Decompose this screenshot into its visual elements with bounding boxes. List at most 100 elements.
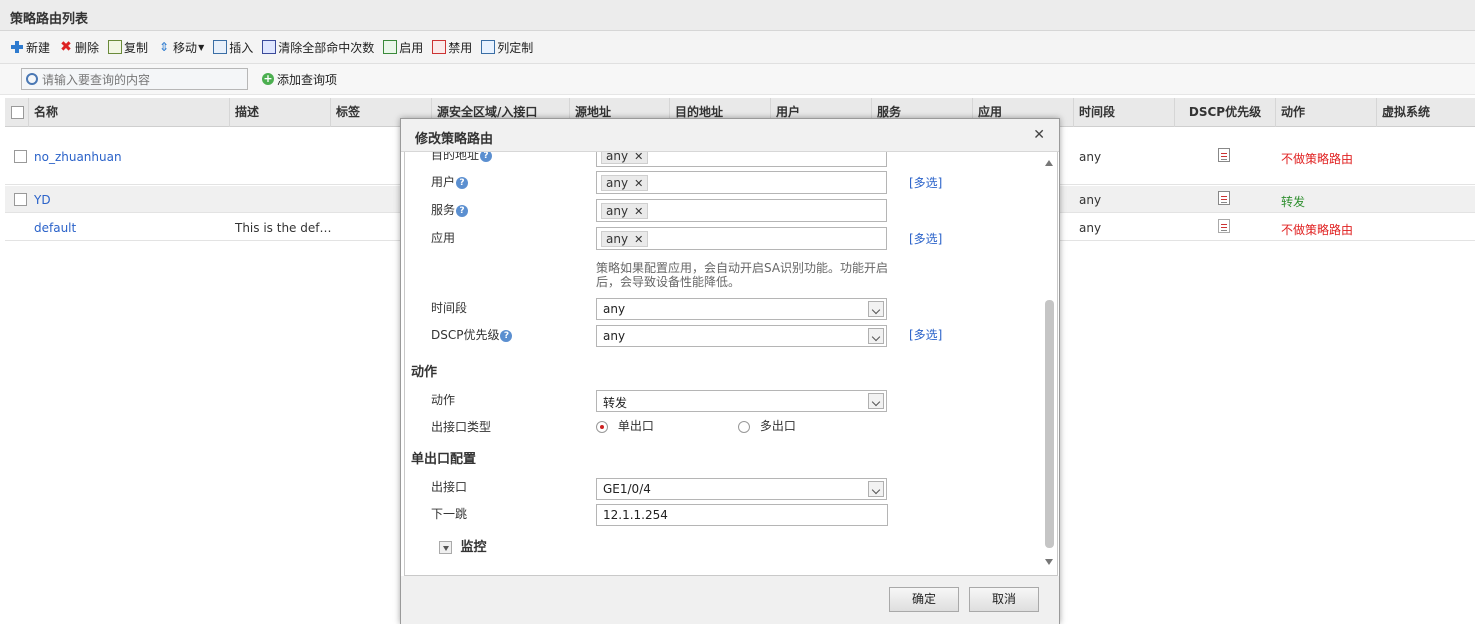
scrollbar-thumb[interactable]	[1045, 300, 1054, 548]
document-icon[interactable]	[1218, 191, 1230, 208]
next-hop-label: 下一跳	[431, 507, 468, 521]
user-field[interactable]: any ✕	[596, 171, 887, 194]
document-icon[interactable]	[1218, 219, 1230, 236]
help-icon[interactable]: ?	[456, 176, 469, 189]
dialog-title: 修改策略路由 ✕	[401, 119, 1059, 152]
row-checkbox[interactable]	[14, 192, 27, 206]
col-vsys[interactable]: 虚拟系统	[1377, 98, 1475, 127]
dialog-body: 目的地址? any ✕ 用户? any ✕ [多选] 服务? any ✕ 应用 any…	[404, 152, 1058, 576]
out-type-label: 出接口类型	[431, 420, 492, 434]
search-placeholder: 请输入要查询的内容	[42, 72, 151, 87]
tag-any: any ✕	[601, 231, 649, 247]
expand-icon[interactable]	[439, 541, 452, 554]
col-time[interactable]: 时间段	[1074, 98, 1175, 127]
add-query-button[interactable]: + 添加查询项	[262, 71, 337, 88]
radio-selected-icon[interactable]	[596, 420, 608, 433]
dscp-multi-select-link[interactable]: [多选]	[909, 326, 942, 343]
col-dscp[interactable]: DSCP优先级	[1175, 98, 1276, 127]
clear-hits-label: 清除全部命中次数	[278, 40, 375, 55]
search-row: 请输入要查询的内容 + 添加查询项	[0, 64, 1475, 95]
select-all-checkbox[interactable]	[5, 98, 29, 127]
disable-button[interactable]: 禁用	[432, 39, 472, 56]
row-time: any	[1079, 221, 1102, 235]
out-if-select[interactable]: GE1/0/4	[596, 478, 887, 500]
remove-icon[interactable]: ✕	[634, 205, 643, 218]
move-icon: ⇕	[159, 40, 170, 54]
user-multi-select-link[interactable]: [多选]	[909, 174, 942, 191]
search-icon	[26, 73, 38, 85]
multi-out-radio[interactable]: 多出口	[738, 417, 796, 434]
row-checkbox[interactable]	[14, 149, 27, 163]
dest-addr-field[interactable]: any ✕	[596, 152, 887, 167]
row-time: any	[1079, 193, 1102, 207]
remove-icon[interactable]: ✕	[634, 233, 643, 246]
tag-any: any ✕	[601, 203, 649, 219]
cancel-button[interactable]: 取消	[969, 587, 1039, 612]
add-query-label: 添加查询项	[277, 72, 338, 87]
row-action: 转发	[1281, 195, 1306, 209]
next-hop-input[interactable]: 12.1.1.254	[596, 504, 888, 526]
remove-icon[interactable]: ✕	[634, 152, 643, 163]
col-name[interactable]: 名称	[29, 98, 230, 127]
columns-icon	[481, 40, 496, 54]
document-icon[interactable]	[1218, 148, 1230, 165]
service-field[interactable]: any ✕	[596, 199, 887, 222]
tag-any: any ✕	[601, 175, 649, 191]
dscp-select[interactable]: any	[596, 325, 887, 347]
checkbox[interactable]	[11, 106, 24, 119]
chevron-down-icon[interactable]	[868, 301, 884, 317]
monitor-toggle[interactable]: 监控	[439, 536, 487, 555]
chevron-down-icon[interactable]	[868, 481, 884, 497]
time-select[interactable]: any	[596, 298, 887, 320]
single-out-radio[interactable]: 单出口	[596, 417, 654, 434]
plus-icon	[10, 40, 24, 54]
help-icon[interactable]: ?	[480, 152, 493, 162]
scroll-down-icon[interactable]	[1045, 559, 1053, 565]
action-label: 动作	[431, 393, 456, 407]
columns-label: 列定制	[497, 40, 534, 55]
action-select[interactable]: 转发	[596, 390, 887, 412]
row-action: 不做策略路由	[1281, 152, 1354, 166]
app-label: 应用	[431, 231, 456, 245]
remove-icon[interactable]: ✕	[634, 177, 643, 190]
page-title: 策略路由列表	[0, 0, 1475, 31]
enable-icon	[383, 40, 398, 54]
disable-label: 禁用	[448, 40, 473, 55]
row-name-link[interactable]: no_zhuanhuan	[34, 150, 122, 164]
search-input[interactable]: 请输入要查询的内容	[21, 68, 248, 90]
time-label: 时间段	[431, 301, 468, 315]
move-button[interactable]: ⇕ 移动 ▼	[157, 39, 204, 56]
help-icon[interactable]: ?	[456, 204, 469, 217]
help-icon[interactable]: ?	[500, 329, 513, 342]
dialog-title-text: 修改策略路由	[415, 132, 494, 147]
columns-button[interactable]: 列定制	[481, 39, 533, 56]
ok-button[interactable]: 确定	[889, 587, 959, 612]
add-icon: +	[262, 72, 274, 85]
row-time: any	[1079, 150, 1102, 164]
delete-label: 删除	[75, 40, 100, 55]
row-name-link[interactable]: default	[34, 221, 76, 235]
copy-label: 复制	[124, 40, 149, 55]
chevron-down-icon[interactable]	[868, 328, 884, 344]
app-field[interactable]: any ✕	[596, 227, 887, 250]
enable-button[interactable]: 启用	[383, 39, 423, 56]
delete-button[interactable]: ✖ 删除	[59, 39, 99, 56]
insert-icon	[213, 40, 228, 54]
scroll-up-icon[interactable]	[1045, 160, 1053, 166]
new-label: 新建	[26, 40, 51, 55]
row-name-link[interactable]: YD	[34, 193, 51, 207]
chevron-down-icon[interactable]	[868, 393, 884, 409]
new-button[interactable]: 新建	[10, 39, 50, 56]
app-multi-select-link[interactable]: [多选]	[909, 230, 942, 247]
row-desc: This is the def…	[235, 221, 332, 235]
clear-hits-icon	[262, 40, 277, 54]
copy-button[interactable]: 复制	[108, 39, 148, 56]
insert-button[interactable]: 插入	[213, 39, 253, 56]
col-desc[interactable]: 描述	[230, 98, 331, 127]
close-icon[interactable]: ✕	[1033, 127, 1045, 143]
col-action[interactable]: 动作	[1276, 98, 1377, 127]
app-note: 策略如果配置应用，会自动开启SA识别功能。功能开启后，会导致设备性能降低。	[596, 261, 889, 289]
radio-icon[interactable]	[738, 420, 750, 433]
clear-hits-button[interactable]: 清除全部命中次数	[262, 39, 374, 56]
out-if-label: 出接口	[431, 480, 468, 494]
